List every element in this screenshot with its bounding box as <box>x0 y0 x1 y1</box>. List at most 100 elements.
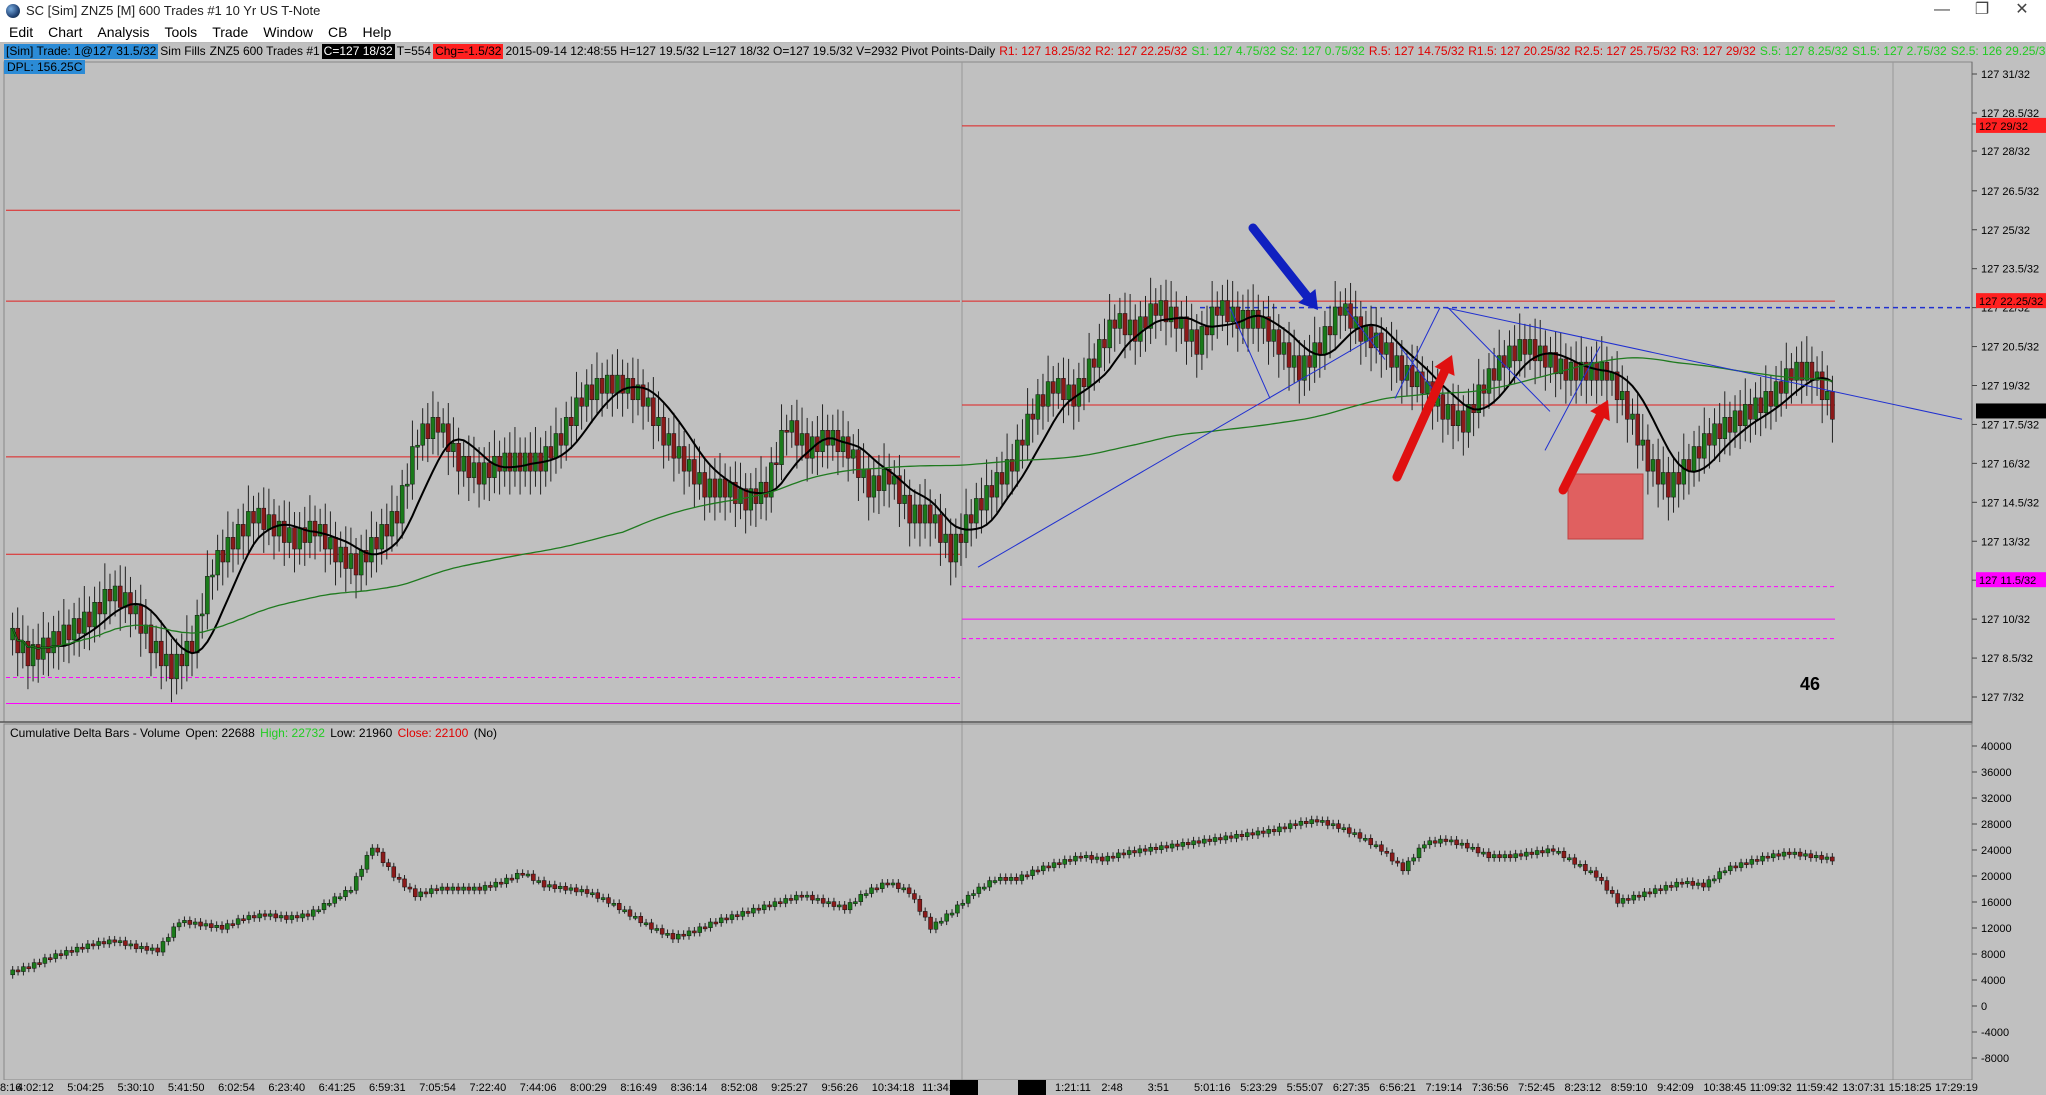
price-candle <box>266 514 272 530</box>
y-tick-label: 36000 <box>1981 767 2012 779</box>
price-candle <box>117 585 123 608</box>
x-tick-label: 2:48 <box>1101 1082 1122 1094</box>
price-candle <box>1322 326 1328 355</box>
delta-bar <box>1014 877 1019 881</box>
price-candle <box>138 605 143 634</box>
delta-bar <box>1019 874 1025 881</box>
price-candle <box>384 524 390 537</box>
delta-bar <box>466 886 472 891</box>
delta-bar <box>783 898 788 904</box>
delta-bar <box>1454 839 1459 846</box>
price-flag-label: 127 22.25/32 <box>1979 296 2043 308</box>
delta-bar <box>26 966 32 969</box>
delta-bar <box>1416 847 1422 859</box>
delta-bar <box>1819 855 1824 860</box>
price-candle <box>563 417 569 446</box>
price-candle <box>492 455 497 478</box>
x-tick-label: 5:01:16 <box>1194 1082 1231 1094</box>
delta-bar <box>96 941 101 946</box>
price-candle <box>866 468 871 498</box>
delta-bar <box>482 885 488 891</box>
pivot-list: R1: 127 18.25/32 R2: 127 22.25/32 S1: 127 … <box>997 44 2046 59</box>
x-tick-label: 8:23:12 <box>1564 1082 1601 1094</box>
price-candle <box>220 550 225 563</box>
price-candle <box>35 644 41 660</box>
price-candle <box>466 455 472 478</box>
price-candle <box>1127 319 1133 336</box>
blue-arrow-shaft <box>1248 223 1312 301</box>
delta-bar <box>1384 851 1390 854</box>
price-candle <box>410 446 415 485</box>
price-candle <box>1620 391 1625 401</box>
price-candle <box>958 533 964 543</box>
lower-close: Close: 22100 <box>397 726 469 740</box>
delta-bar <box>1035 869 1041 873</box>
delta-bar <box>616 903 622 911</box>
delta-bar <box>906 887 912 894</box>
delta-bar <box>1202 838 1207 844</box>
price-candle <box>738 488 743 504</box>
x-tick-label: 9:56:26 <box>821 1082 858 1094</box>
price-candle <box>56 631 61 647</box>
delta-bar <box>863 893 869 896</box>
price-candle <box>169 653 174 680</box>
x-tick-label: 6:27:35 <box>1333 1082 1370 1094</box>
delta-bar <box>203 923 209 927</box>
price-candle <box>164 653 169 667</box>
price-candle <box>1389 342 1394 368</box>
y-tick-label: 8000 <box>1981 949 2005 961</box>
pivot-label: R2.5: 127 25.75/32 <box>1574 44 1677 58</box>
price-candle <box>1097 339 1102 368</box>
delta-bar <box>380 851 386 863</box>
delta-bar <box>1185 842 1191 846</box>
price-candle <box>1594 361 1599 381</box>
delta-bar <box>1379 844 1384 852</box>
price-candle <box>1773 381 1779 407</box>
delta-bar <box>1626 898 1631 901</box>
delta-bar <box>1443 838 1449 842</box>
delta-bar <box>563 885 568 891</box>
y-tick-label: 24000 <box>1981 845 2012 857</box>
session-label: 9-14 <box>1021 1082 1043 1094</box>
price-candle <box>1250 309 1256 329</box>
delta-bar <box>198 921 203 927</box>
price-candle <box>1189 329 1194 342</box>
y-tick-label: -4000 <box>1981 1027 2009 1039</box>
delta-bar <box>1234 833 1239 839</box>
price-candle <box>1220 300 1225 316</box>
delta-bar <box>681 933 686 937</box>
delta-bar <box>364 855 370 870</box>
sim-trade-badge[interactable]: [Sim] Trade: 1@127 31.5/32 <box>4 44 159 59</box>
price-candle <box>1650 459 1656 472</box>
delta-bar <box>107 939 112 945</box>
price-candle <box>251 511 256 524</box>
price-candle <box>1676 472 1681 485</box>
delta-bar <box>1282 826 1288 830</box>
price-candle <box>1158 300 1164 316</box>
delta-bar <box>659 928 665 935</box>
delta-bar <box>761 904 767 911</box>
price-candle <box>717 478 723 498</box>
price-candle <box>430 417 436 439</box>
chart-canvas[interactable]: 127 31/32127 28.5/32127 29/32127 28/3212… <box>0 0 2046 1095</box>
delta-bar <box>799 894 804 898</box>
pivot-label: S1.5: 127 2.75/32 <box>1851 44 1947 58</box>
delta-bar <box>1271 829 1277 833</box>
delta-bar <box>1083 855 1089 859</box>
price-candle <box>528 452 533 472</box>
delta-bar <box>1346 827 1352 834</box>
price-candle <box>1758 397 1763 414</box>
price-candle <box>179 653 184 667</box>
price-candle <box>1553 352 1558 375</box>
delta-bar <box>1567 857 1572 861</box>
price-candle <box>133 605 138 615</box>
delta-bar <box>1604 880 1610 891</box>
price-candle <box>871 475 877 498</box>
price-candle <box>184 640 190 667</box>
price-candle <box>456 443 461 472</box>
delta-bar <box>611 903 617 906</box>
delta-bar <box>1631 894 1636 901</box>
delta-bar <box>251 915 257 919</box>
x-tick-label: 5:55:07 <box>1287 1082 1324 1094</box>
delta-bar <box>1239 833 1245 837</box>
